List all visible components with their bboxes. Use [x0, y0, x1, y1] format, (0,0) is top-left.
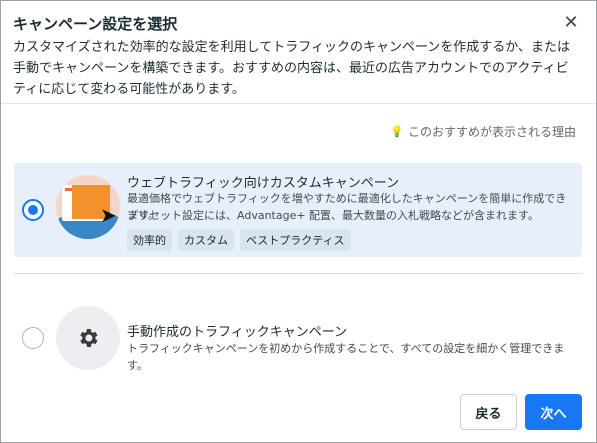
- tag-efficient: 効率的: [127, 229, 172, 251]
- gear-illustration: [56, 306, 120, 370]
- back-button[interactable]: 戻る: [460, 394, 517, 430]
- radio-manual-traffic[interactable]: [22, 327, 44, 349]
- lightbulb-icon: 💡: [390, 125, 404, 138]
- dialog-title: キャンペーン設定を選択: [13, 15, 178, 33]
- tag-best-practice: ベストプラクティス: [240, 229, 351, 251]
- option-title: 手動作成のトラフィックキャンペーン: [127, 325, 348, 340]
- option-description-line2: プリセット設定には、Advantage+ 配置、最大数量の入札戦略などが含まれま…: [127, 209, 539, 222]
- next-button[interactable]: 次へ: [525, 394, 582, 430]
- why-recommendation-label: このおすすめが表示される理由: [407, 125, 576, 139]
- campaign-setup-dialog: キャンペーン設定を選択 ✕ カスタマイズされた効率的な設定を利用してトラフィック…: [0, 0, 597, 443]
- option-title: ウェブトラフィック向けカスタムキャンペーン: [127, 176, 400, 191]
- divider: [1, 103, 596, 104]
- option-manual-traffic[interactable]: 手動作成のトラフィックキャンペーン トラフィックキャンペーンを初めから作成するこ…: [14, 301, 582, 375]
- divider: [14, 273, 582, 274]
- option-web-traffic-custom[interactable]: ➤ ウェブトラフィック向けカスタムキャンペーン 最適価格でウェブトラフィックを増…: [14, 163, 582, 257]
- web-traffic-illustration: ➤: [56, 175, 120, 239]
- dialog-description: カスタマイズされた効率的な設定を利用してトラフィックのキャンペーンを作成するか、…: [13, 40, 571, 97]
- tag-custom: カスタム: [178, 229, 234, 251]
- option-tags: 効率的 カスタム ベストプラクティス: [127, 229, 351, 251]
- cursor-icon: ➤: [100, 203, 117, 227]
- radio-web-traffic-custom[interactable]: [22, 199, 44, 221]
- option-description-line1: トラフィックキャンペーンを初めから作成することで、すべての設定を細かく管理できま…: [127, 342, 565, 372]
- gear-icon: [80, 329, 98, 347]
- why-recommendation-link[interactable]: 💡 このおすすめが表示される理由: [390, 123, 576, 140]
- close-icon[interactable]: ✕: [561, 13, 581, 33]
